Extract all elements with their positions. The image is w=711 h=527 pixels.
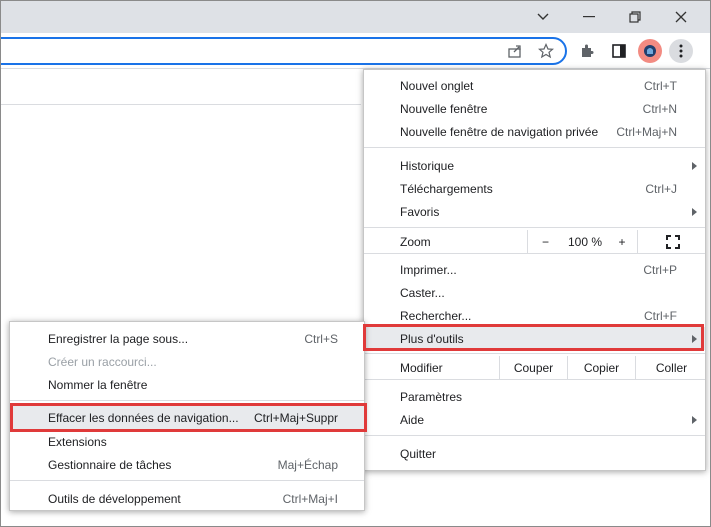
fullscreen-button[interactable] <box>637 230 707 253</box>
more-tools-submenu: Enregistrer la page sous... Ctrl+S Créer… <box>9 321 365 511</box>
more-menu-button[interactable] <box>669 39 693 63</box>
minimize-button[interactable] <box>520 1 566 33</box>
toolbar <box>1 33 710 69</box>
submenu-arrow-icon <box>692 334 697 343</box>
profile-avatar[interactable] <box>638 39 662 63</box>
zoom-out-button[interactable]: − <box>527 230 563 253</box>
submenu-arrow-icon <box>692 207 697 216</box>
menu-separator <box>364 353 705 354</box>
menu-item-print[interactable]: Imprimer... Ctrl+P <box>364 258 705 281</box>
paste-button[interactable]: Coller <box>635 356 707 379</box>
side-panel-icon <box>612 44 626 58</box>
menu-item-edit: Modifier Couper Copier Coller <box>364 356 705 379</box>
menu-item-favorites[interactable]: Favoris <box>364 200 705 223</box>
submenu-item-create-shortcut: Créer un raccourci... <box>48 354 157 369</box>
minimize-icon <box>583 16 595 18</box>
menu-item-new-incognito-window[interactable]: Nouvelle fenêtre de navigation privée Ct… <box>364 120 705 143</box>
menu-separator <box>364 253 705 254</box>
menu-item-downloads[interactable]: Téléchargements Ctrl+J <box>364 177 705 200</box>
menu-item-quit[interactable]: Quitter <box>364 442 705 465</box>
close-button[interactable] <box>658 1 704 33</box>
share-icon <box>508 45 521 58</box>
minimize-window-button[interactable] <box>566 1 612 33</box>
menu-separator <box>364 379 705 380</box>
submenu-item-save-page[interactable]: Enregistrer la page sous... Ctrl+S <box>10 327 364 350</box>
side-panel-button[interactable] <box>607 39 631 63</box>
browser-window: Nouvel onglet Ctrl+T Nouvelle fenêtre Ct… <box>0 0 711 527</box>
menu-separator <box>364 147 705 148</box>
main-menu: Nouvel onglet Ctrl+T Nouvelle fenêtre Ct… <box>363 69 706 471</box>
submenu-item-task-manager[interactable]: Gestionnaire de tâches Maj+Échap <box>10 453 364 476</box>
menu-item-more-tools[interactable]: Plus d'outils <box>364 327 705 350</box>
close-icon <box>675 11 687 23</box>
restore-button[interactable] <box>612 1 658 33</box>
menu-item-new-window[interactable]: Nouvelle fenêtre Ctrl+N <box>364 97 705 120</box>
zoom-in-button[interactable]: + <box>607 230 637 253</box>
menu-item-settings[interactable]: Paramètres <box>364 385 705 408</box>
address-bar[interactable] <box>1 37 567 65</box>
menu-item-history[interactable]: Historique <box>364 154 705 177</box>
menu-separator <box>364 227 705 228</box>
chevron-down-icon <box>537 13 549 20</box>
submenu-item-developer-tools[interactable]: Outils de développement Ctrl+Maj+I <box>10 487 364 510</box>
zoom-level: 100 % <box>567 234 603 249</box>
submenu-item-extensions[interactable]: Extensions <box>10 430 364 453</box>
submenu-arrow-icon <box>692 161 697 170</box>
menu-separator <box>364 435 705 436</box>
bookmark-star-icon <box>538 43 554 59</box>
bookmark-button[interactable] <box>534 39 558 63</box>
title-bar <box>1 1 710 33</box>
menu-item-zoom: Zoom − 100 % + <box>364 230 705 253</box>
menu-item-cast[interactable]: Caster... <box>364 281 705 304</box>
copy-button[interactable]: Copier <box>567 356 635 379</box>
menu-item-new-tab[interactable]: Nouvel onglet Ctrl+T <box>364 74 705 97</box>
menu-separator <box>10 480 364 481</box>
menu-item-help[interactable]: Aide <box>364 408 705 431</box>
bookmarks-bar <box>1 69 361 105</box>
cut-button[interactable]: Couper <box>499 356 567 379</box>
menu-separator <box>10 400 364 401</box>
submenu-arrow-icon <box>692 415 697 424</box>
profile-avatar-icon <box>644 45 656 57</box>
extensions-icon <box>582 44 594 57</box>
submenu-item-clear-browsing-data[interactable]: Effacer les données de navigation... Ctr… <box>10 406 364 429</box>
share-button[interactable] <box>503 39 527 63</box>
restore-icon <box>629 11 641 23</box>
more-menu-icon <box>679 44 683 58</box>
menu-item-find[interactable]: Rechercher... Ctrl+F <box>364 304 705 327</box>
fullscreen-icon <box>665 234 680 249</box>
submenu-item-name-window[interactable]: Nommer la fenêtre <box>10 373 364 396</box>
extensions-button[interactable] <box>575 39 599 63</box>
